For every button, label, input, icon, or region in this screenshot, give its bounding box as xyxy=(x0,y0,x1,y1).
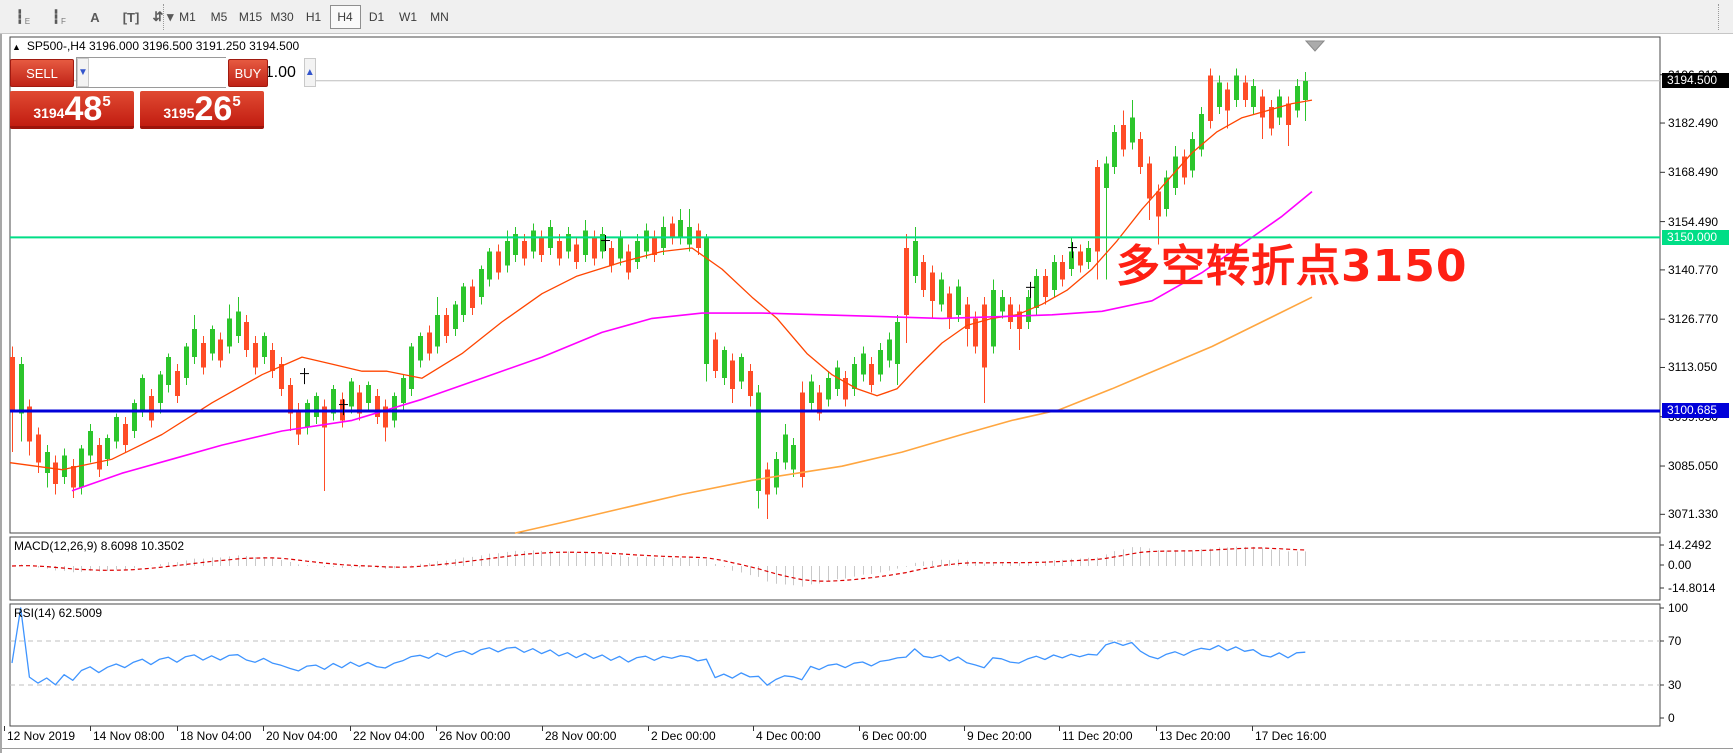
time-axis-label: 18 Nov 04:00 xyxy=(180,729,251,743)
rsi-scale-label: 70 xyxy=(1668,634,1681,648)
collapse-trade-panel-icon[interactable]: ▲ xyxy=(12,42,21,52)
time-axis-label: 20 Nov 04:00 xyxy=(266,729,337,743)
toolbar-separator-right xyxy=(1718,4,1719,30)
time-axis-label: 6 Dec 00:00 xyxy=(862,729,927,743)
price-axis-tick: 3126.770 xyxy=(1668,312,1718,326)
price-axis-tick: 3113.050 xyxy=(1668,360,1717,374)
macd-scale-label: 14.2492 xyxy=(1668,538,1711,552)
timeframe-button-h4[interactable]: H4 xyxy=(330,5,361,29)
macd-indicator-label: MACD(12,26,9) 8.6098 10.3502 xyxy=(14,539,184,553)
time-axis-label: 13 Dec 20:00 xyxy=(1159,729,1230,743)
timeframe-button-m30[interactable]: M30 xyxy=(267,5,298,29)
symbol-ohlc-label: SP500-,H4 3196.000 3196.500 3191.250 319… xyxy=(27,39,299,53)
time-axis-label: 9 Dec 20:00 xyxy=(967,729,1032,743)
price-marker-blue-level: 3100.685 xyxy=(1662,403,1729,418)
buy-price-prefix: 3195 xyxy=(163,105,194,121)
text-label-icon[interactable]: A xyxy=(80,4,110,30)
sell-price-sup: 5 xyxy=(102,93,110,110)
buy-button[interactable]: BUY xyxy=(228,59,268,87)
timeframe-button-w1[interactable]: W1 xyxy=(393,5,424,29)
macd-scale-label: -14.8014 xyxy=(1668,581,1715,595)
timeframe-button-h1[interactable]: H1 xyxy=(298,5,329,29)
toolbar: ┇E┇FA[T]⇵ ▾M1M5M15M30H1H4D1W1MN xyxy=(0,0,1733,34)
volume-decrease-icon[interactable]: ▼ xyxy=(77,58,89,87)
volume-box: ▼ ▲ xyxy=(76,57,226,88)
grid-template-icon[interactable]: ┇F xyxy=(44,4,74,30)
timeframe-button-m15[interactable]: M15 xyxy=(235,5,266,29)
price-axis-tick: 3140.770 xyxy=(1668,263,1718,277)
indicator-candles-icon[interactable]: ┇E xyxy=(8,4,38,30)
chart-window[interactable]: ▲ SP500-,H4 3196.000 3196.500 3191.250 31… xyxy=(0,34,1733,753)
price-marker-last-price: 3194.500 xyxy=(1662,73,1729,88)
time-axis-label: 4 Dec 00:00 xyxy=(756,729,821,743)
macd-scale-label: 0.00 xyxy=(1668,558,1691,572)
volume-input[interactable] xyxy=(89,58,304,87)
sell-price-prefix: 3194 xyxy=(33,105,64,121)
time-axis-label: 2 Dec 00:00 xyxy=(651,729,716,743)
price-chart-canvas[interactable] xyxy=(2,34,1733,753)
rsi-scale-label: 0 xyxy=(1668,711,1675,725)
buy-price-big: 26 xyxy=(194,94,232,124)
price-axis-tick: 3168.490 xyxy=(1668,165,1718,179)
buy-price-sup: 5 xyxy=(232,93,240,110)
price-axis-tick: 3182.490 xyxy=(1668,116,1718,130)
timeframe-button-m5[interactable]: M5 xyxy=(204,5,235,29)
sell-price-display[interactable]: 3194 48 5 xyxy=(10,91,134,129)
time-axis-label: 12 Nov 2019 xyxy=(7,729,75,743)
rsi-indicator-label: RSI(14) 62.5009 xyxy=(14,606,102,620)
price-marker-green-level: 3150.000 xyxy=(1662,230,1729,245)
time-axis-label: 11 Dec 20:00 xyxy=(1062,729,1133,743)
rsi-scale-label: 100 xyxy=(1668,601,1688,615)
time-axis-label: 26 Nov 00:00 xyxy=(439,729,510,743)
rsi-scale-label: 30 xyxy=(1668,678,1681,692)
chart-annotation-text: 多空转折点3150 xyxy=(1116,230,1467,294)
one-click-trade-panel: SELL ▼ ▲ BUY 3194 48 5 3195 26 5 xyxy=(10,57,268,131)
buy-price-display[interactable]: 3195 26 5 xyxy=(140,91,264,129)
price-axis-tick: 3154.490 xyxy=(1668,215,1718,229)
time-axis-label: 14 Nov 08:00 xyxy=(93,729,164,743)
trading-terminal: ┇E┇FA[T]⇵ ▾M1M5M15M30H1H4D1W1MN ▲ SP500-,… xyxy=(0,0,1733,753)
time-axis-label: 17 Dec 16:00 xyxy=(1255,729,1326,743)
volume-increase-icon[interactable]: ▲ xyxy=(304,58,316,87)
chart-title: ▲ SP500-,H4 3196.000 3196.500 3191.250 31… xyxy=(12,39,299,53)
price-axis-tick: 3085.050 xyxy=(1668,459,1718,473)
time-axis-label: 28 Nov 00:00 xyxy=(545,729,616,743)
sell-price-big: 48 xyxy=(64,94,102,124)
text-box-icon[interactable]: [T] xyxy=(116,4,146,30)
timeframe-button-mn[interactable]: MN xyxy=(424,5,455,29)
timeframe-button-d1[interactable]: D1 xyxy=(361,5,392,29)
timeframe-button-m1[interactable]: M1 xyxy=(172,5,203,29)
sell-button[interactable]: SELL xyxy=(10,59,74,87)
price-axis-tick: 3071.330 xyxy=(1668,507,1718,521)
time-axis-label: 22 Nov 04:00 xyxy=(353,729,424,743)
